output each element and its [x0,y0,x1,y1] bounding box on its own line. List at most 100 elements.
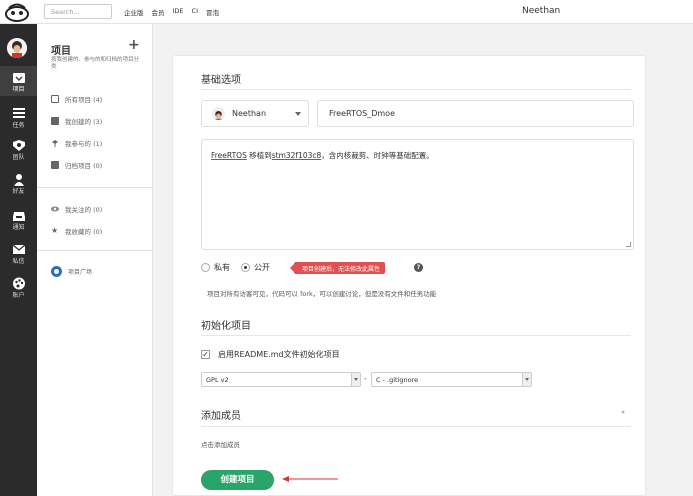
init-project-title: 初始化项目 [201,321,251,332]
main-sidebar: 项目 任务 团队 好友 通知 私信 账户 [0,24,37,496]
divider [201,89,631,90]
resize-handle[interactable] [626,242,631,247]
compass-icon [51,265,62,277]
nav-item-joined[interactable]: 我参与的 (1) [51,132,102,154]
visibility-hint: 项目对所有访客可见，代码可以 fork，可以创建讨论，但是没有文件和任务功能 [207,290,437,298]
eye-icon [51,206,59,212]
grid-icon [51,95,59,103]
divider [201,426,631,427]
username[interactable]: Neethan [522,6,560,16]
top-nav-ide[interactable]: IDE [173,7,184,17]
project-name-input[interactable]: FreeRTOS_Dmoe [317,100,634,127]
nav-item-plaza[interactable]: 项目广场 [51,260,92,282]
visibility-warning-badge: 项目创建后，无法修改此属性 [289,262,386,274]
arrow-left-icon [282,476,338,482]
divider [201,335,631,336]
sidebar-item-account[interactable]: 账户 [0,272,37,302]
add-members-link[interactable]: 点击添加成员 [201,439,240,449]
sidebar-item-label: 项目 [12,86,25,93]
project-nav-description: 按我创建的、参与的和归档的项目分类 [51,57,140,70]
project-follow-list: 我关注的 (0) ★ 我收藏的 (0) [51,198,102,242]
add-project-icon[interactable]: + [128,37,140,53]
divider [37,187,153,188]
readme-checkbox[interactable]: ✓ [201,350,210,359]
project-nav-title: 项目 [51,46,71,57]
archive-icon [51,161,59,169]
public-radio[interactable] [241,263,250,272]
sidebar-item-label: 账户 [12,292,25,299]
edit-icon [51,117,59,125]
search-input[interactable]: Search... [44,4,112,19]
nav-item-all-projects[interactable]: 所有项目 (4) [51,88,102,110]
top-nav-bubble[interactable]: 冒泡 [206,7,219,17]
nav-item-created[interactable]: 我创建的 (3) [51,110,102,132]
sidebar-item-label: 通知 [12,224,25,231]
public-label[interactable]: 公开 [254,262,270,273]
pin-icon [52,140,58,147]
sidebar-item-label: 任务 [12,122,25,129]
task-icon [12,108,25,118]
user-avatar[interactable] [7,38,27,58]
mail-icon [12,244,25,254]
palette-icon [12,277,25,290]
sidebar-item-project[interactable]: 项目 [0,66,37,96]
create-project-button[interactable]: 创建项目 [201,470,274,490]
gitignore-value: C - .gitignore [376,376,419,384]
sidebar-item-label: 私信 [12,258,25,265]
team-icon [12,140,25,151]
sidebar-item-friend[interactable]: 好友 [0,168,37,198]
readme-option: ✓ 启用README.md文件初始化项目 [201,349,340,360]
nav-item-label: 我关注的 (0) [65,206,103,214]
gitignore-select[interactable]: C - .gitignore [371,372,532,387]
coding-logo-icon[interactable] [4,1,30,23]
description-text: FreeRTOS [211,151,247,160]
description-text: ，含内核裁剪、时钟等基础配置。 [321,151,434,160]
project-plaza: 项目广场 [51,260,92,282]
top-nav-ci[interactable]: CI [192,7,198,17]
top-nav: 企业版 会员 IDE CI 冒泡 [124,7,219,17]
owner-name: Neethan [232,109,267,118]
nav-item-label: 项目广场 [68,268,93,276]
help-icon[interactable]: ? [414,263,423,272]
private-label[interactable]: 私有 [214,262,230,273]
caret-down-icon [295,112,301,116]
description-text: 移植到 [246,151,272,160]
nav-item-watching[interactable]: 我关注的 (0) [51,198,102,220]
nav-item-label: 我收藏的 (0) [65,228,103,236]
select-separator: - [364,374,367,383]
dropdown-arrow-icon [522,373,531,386]
sidebar-item-label: 好友 [12,188,25,195]
add-members-title: 添加成员 [201,411,241,422]
project-filter-list: 所有项目 (4) 我创建的 (3) 我参与的 (1) 归档项目 (0) [51,88,102,176]
divider [37,250,153,251]
nav-item-archived[interactable]: 归档项目 (0) [51,154,102,176]
create-project-form: 基础选项 Neethan FreeRTOS_Dmoe FreeRTOS 移植到s… [172,55,646,496]
basic-options-title: 基础选项 [201,75,241,86]
sidebar-item-message[interactable]: 私信 [0,238,37,268]
inbox-icon [12,212,25,221]
nav-item-starred[interactable]: ★ 我收藏的 (0) [51,220,102,242]
license-select[interactable]: GPL v2 [201,372,361,387]
description-text: stm32f103c8 [271,151,322,160]
top-nav-enterprise[interactable]: 企业版 [124,7,144,17]
nav-item-label: 所有项目 (4) [65,96,103,104]
star-icon: ★ [51,226,59,235]
project-description-textarea[interactable]: FreeRTOS 移植到stm32f103c8，含内核裁剪、时钟等基础配置。 [201,139,634,250]
sidebar-item-notification[interactable]: 通知 [0,204,37,234]
readme-label[interactable]: 启用README.md文件初始化项目 [218,349,340,360]
private-radio[interactable] [201,263,210,272]
top-nav-member[interactable]: 会员 [152,7,165,17]
owner-avatar [212,107,225,120]
sidebar-item-label: 团队 [12,154,25,161]
top-bar: Search... 企业版 会员 IDE CI 冒泡 Neethan [0,0,693,24]
license-value: GPL v2 [206,376,229,384]
friend-icon [13,174,24,186]
dropdown-arrow-icon [351,373,360,386]
project-nav: 项目 + 按我创建的、参与的和归档的项目分类 所有项目 (4) 我创建的 (3)… [37,24,153,496]
nav-item-label: 我参与的 (1) [65,140,103,148]
sidebar-item-task[interactable]: 任务 [0,102,37,132]
owner-select[interactable]: Neethan [201,100,309,127]
expand-chevron-icon[interactable]: » [619,410,627,414]
sidebar-item-team[interactable]: 团队 [0,134,37,164]
visibility-options: 私有 公开 [201,262,270,273]
